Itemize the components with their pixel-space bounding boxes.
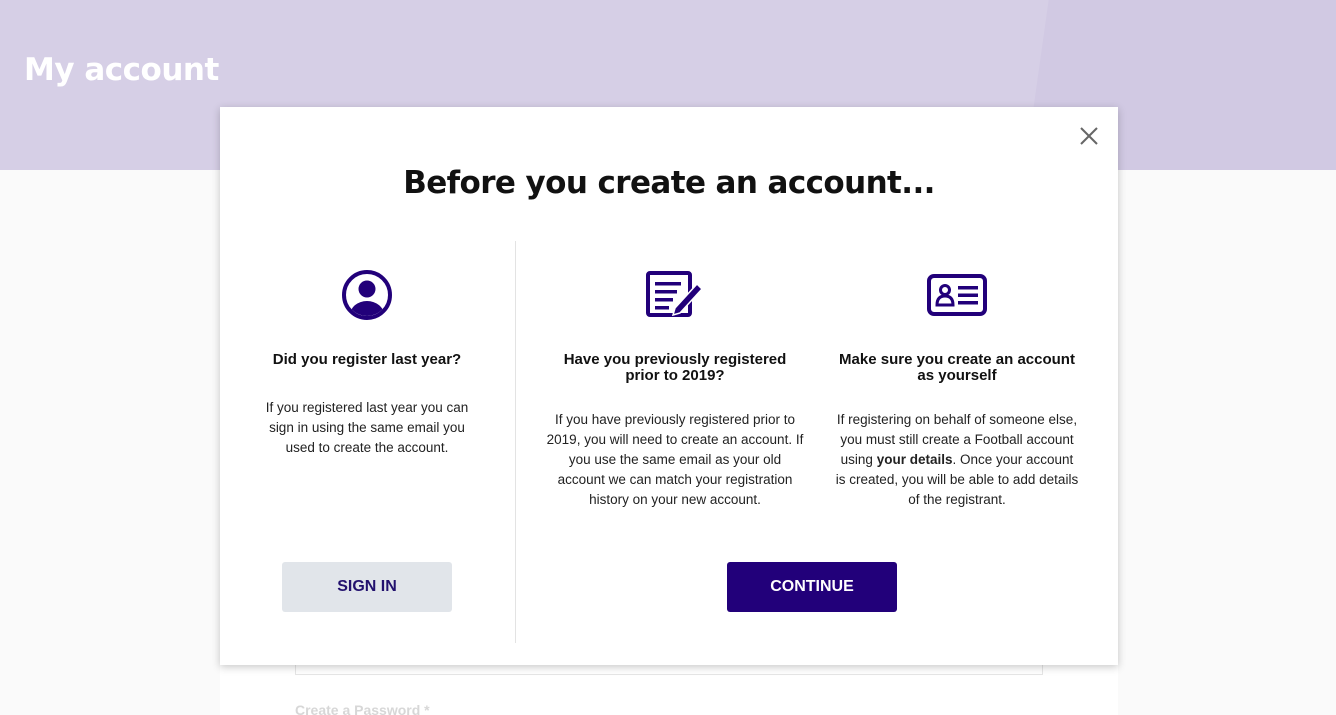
- text-emphasis: your details: [876, 452, 953, 467]
- section-heading: Make sure you create an account as yours…: [839, 351, 1075, 384]
- section-heading: Did you register last year?: [272, 351, 462, 368]
- section-text: If registering on behalf of someone else…: [835, 410, 1079, 510]
- section-text: If you registered last year you can sign…: [265, 400, 469, 455]
- user-circle-icon: [254, 265, 480, 325]
- register-last-year-section: Did you register last year? If you regis…: [254, 265, 480, 458]
- column-divider: [515, 241, 516, 643]
- create-as-yourself-section: Make sure you create an account as yours…: [835, 265, 1079, 510]
- previously-registered-section: Have you previously registered prior to …: [545, 265, 805, 510]
- sign-in-button[interactable]: SIGN IN: [282, 562, 452, 612]
- close-icon[interactable]: [1078, 125, 1100, 147]
- section-heading: Have you previously registered prior to …: [563, 351, 787, 384]
- create-account-modal: Before you create an account... Did you …: [220, 107, 1118, 665]
- id-card-icon: [835, 265, 1079, 325]
- edit-document-icon: [545, 265, 805, 325]
- section-text: If you have previously registered prior …: [546, 412, 804, 507]
- password-label: Create a Password *: [295, 702, 430, 715]
- page-title: My account: [24, 52, 219, 88]
- modal-title: Before you create an account...: [403, 165, 935, 201]
- continue-button[interactable]: CONTINUE: [727, 562, 897, 612]
